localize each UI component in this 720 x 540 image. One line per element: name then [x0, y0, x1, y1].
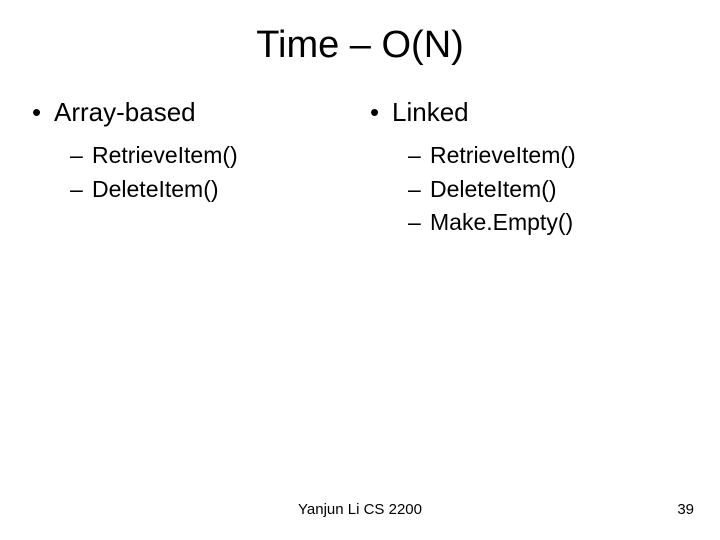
- bullet-dot-icon: •: [32, 97, 54, 125]
- subitem-makeempty-right: – Make.Empty(): [408, 209, 688, 237]
- column-linked: • Linked – RetrieveItem() – DeleteItem()…: [370, 91, 688, 243]
- dash-icon: –: [408, 209, 430, 237]
- bullet-dot-icon: •: [370, 97, 392, 125]
- subitem-delete-right: – DeleteItem(): [408, 176, 688, 204]
- dash-icon: –: [70, 142, 92, 170]
- subitem-text: RetrieveItem(): [92, 142, 238, 169]
- footer-page-number: 39: [677, 501, 694, 518]
- dash-icon: –: [408, 176, 430, 204]
- dash-icon: –: [408, 142, 430, 170]
- subitem-retrieve-right: – RetrieveItem(): [408, 142, 688, 170]
- heading-array-based: Array-based: [54, 97, 196, 128]
- column-array-based: • Array-based – RetrieveItem() – DeleteI…: [32, 91, 350, 243]
- slide: Time – O(N) • Array-based – RetrieveItem…: [0, 0, 720, 540]
- subitem-retrieve-left: – RetrieveItem(): [70, 142, 350, 170]
- subitem-text: Make.Empty(): [430, 209, 573, 236]
- bullet-linked: • Linked: [370, 97, 688, 128]
- subitem-delete-left: – DeleteItem(): [70, 176, 350, 204]
- bullet-array-based: • Array-based: [32, 97, 350, 128]
- dash-icon: –: [70, 176, 92, 204]
- subitem-text: DeleteItem(): [92, 176, 219, 203]
- content-columns: • Array-based – RetrieveItem() – DeleteI…: [0, 91, 720, 243]
- footer-author: Yanjun Li CS 2200: [0, 501, 720, 518]
- slide-title: Time – O(N): [0, 0, 720, 91]
- subitem-text: RetrieveItem(): [430, 142, 576, 169]
- subitem-text: DeleteItem(): [430, 176, 557, 203]
- heading-linked: Linked: [392, 97, 469, 128]
